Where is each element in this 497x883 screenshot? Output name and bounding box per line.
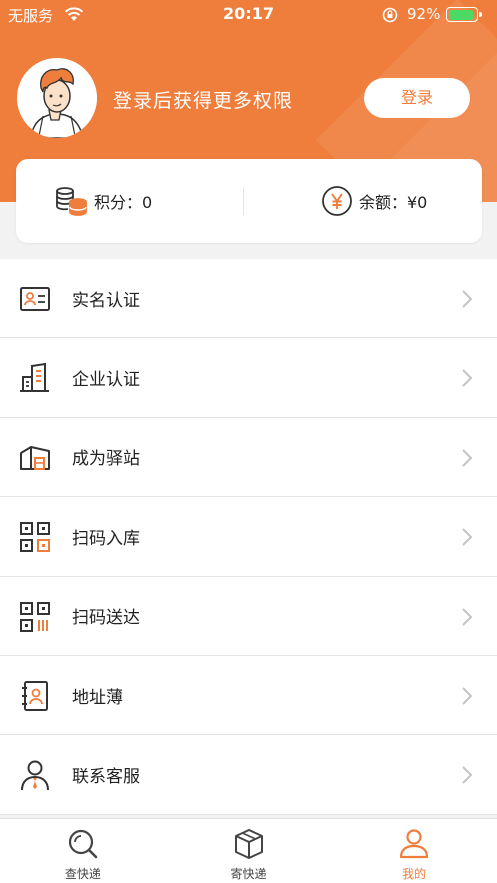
status-bar: 无服务 20:17 92%	[0, 0, 497, 30]
menu-item-enterprise-verification[interactable]: 企业认证	[0, 338, 497, 418]
login-button[interactable]: 登录	[364, 78, 470, 118]
search-icon	[68, 829, 98, 859]
menu-item-label: 实名认证	[72, 290, 140, 311]
balance-label: 余额：¥0	[359, 193, 428, 212]
barcode-scan-icon	[20, 601, 50, 632]
tab-send-package[interactable]: 寄快递	[166, 819, 332, 883]
menu-item-scan-to-deliver[interactable]: 扫码送达	[0, 577, 497, 656]
rotation-lock-icon	[382, 7, 398, 23]
chevron-right-icon	[462, 449, 473, 467]
menu-item-customer-service[interactable]: 联系客服	[0, 735, 497, 815]
tab-label: 查快递	[64, 867, 101, 881]
points-display[interactable]: 积分：0	[54, 185, 152, 217]
address-book-icon	[22, 680, 48, 711]
tab-bar: 查快递 寄快递 我的	[0, 818, 497, 883]
avatar-illustration	[17, 58, 97, 138]
menu-item-become-station[interactable]: 成为驿站	[0, 418, 497, 498]
chevron-right-icon	[462, 369, 473, 388]
tab-mine[interactable]: 我的	[331, 819, 497, 883]
avatar[interactable]	[17, 58, 97, 138]
yuan-coin-icon	[322, 186, 352, 216]
account-summary-card: 积分：0 余额：¥0	[16, 159, 482, 243]
chevron-right-icon	[462, 290, 473, 308]
tab-track-package[interactable]: 查快递	[0, 819, 166, 883]
tab-label: 寄快递	[230, 867, 267, 881]
package-icon	[234, 829, 263, 859]
menu-item-label: 扫码入库	[72, 528, 140, 549]
chevron-right-icon	[462, 687, 473, 705]
chevron-right-icon	[462, 528, 473, 546]
chevron-right-icon	[462, 607, 473, 626]
menu-list: 实名认证 企业认证 成为驿站 扫码入库 扫码送达 地址薄 联系客服	[0, 259, 497, 815]
menu-item-label: 扫码送达	[72, 608, 140, 629]
menu-item-label: 地址薄	[72, 687, 123, 708]
menu-item-real-name-verification[interactable]: 实名认证	[0, 259, 497, 339]
menu-item-label: 成为驿站	[72, 449, 140, 470]
user-icon	[400, 829, 429, 859]
login-prompt-text: 登录后获得更多权限	[113, 90, 294, 112]
coins-icon	[56, 187, 87, 216]
menu-item-address-book[interactable]: 地址薄	[0, 656, 497, 736]
qr-scan-icon	[20, 522, 50, 553]
customer-service-icon	[21, 760, 49, 791]
menu-item-label: 企业认证	[72, 370, 140, 391]
chevron-right-icon	[462, 766, 473, 785]
balance-display[interactable]: 余额：¥0	[321, 185, 427, 217]
menu-item-scan-to-store[interactable]: 扫码入库	[0, 497, 497, 577]
tab-label: 我的	[402, 867, 427, 881]
summary-divider	[243, 187, 244, 215]
building-icon	[20, 363, 49, 393]
station-icon	[20, 445, 50, 470]
id-card-icon	[20, 287, 50, 311]
points-label: 积分：0	[94, 193, 153, 212]
menu-item-label: 联系客服	[72, 767, 140, 788]
battery-percent: 92%	[407, 5, 441, 23]
battery-icon	[446, 7, 482, 22]
